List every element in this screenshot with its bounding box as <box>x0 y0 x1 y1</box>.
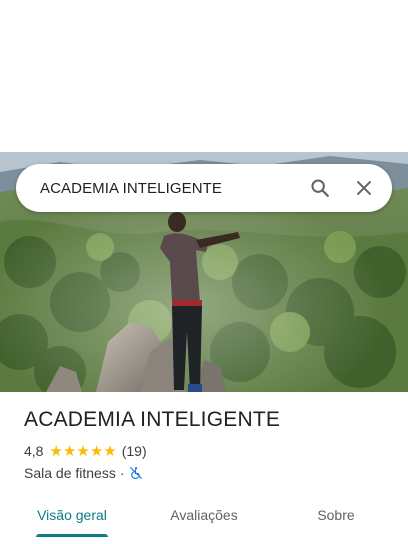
search-button[interactable] <box>298 166 342 210</box>
star-icon: ★ <box>49 442 63 460</box>
search-bar[interactable]: ACADEMIA INTELIGENTE <box>16 164 392 212</box>
category-row: Sala de fitness · <box>24 465 143 481</box>
tab-reviews[interactable]: Avaliações <box>154 493 254 537</box>
rating-value: 4,8 <box>24 443 44 459</box>
tab-about[interactable]: Sobre <box>286 493 386 537</box>
close-button[interactable] <box>342 166 386 210</box>
star-icon: ★ <box>103 442 117 460</box>
tab-bar: Visão geral Avaliações Sobre <box>0 493 408 537</box>
star-icon: ★ <box>62 442 77 460</box>
place-title: ACADEMIA INTELIGENTE <box>24 408 281 431</box>
star-icon: ★ <box>89 442 104 460</box>
search-input[interactable]: ACADEMIA INTELIGENTE <box>40 180 298 197</box>
star-icon: ★ <box>76 442 90 460</box>
rating-stars: ★ ★ ★ ★ ★ <box>49 444 116 459</box>
rating-row[interactable]: 4,8 ★ ★ ★ ★ ★ (19) <box>24 443 147 459</box>
review-count[interactable]: (19) <box>122 443 147 459</box>
search-icon <box>311 179 329 197</box>
active-tab-indicator <box>36 534 108 537</box>
tab-overview[interactable]: Visão geral <box>22 493 122 537</box>
place-category: Sala de fitness <box>24 465 116 481</box>
separator: · <box>119 465 125 481</box>
close-icon <box>357 181 371 195</box>
wheelchair-crossed-icon[interactable] <box>129 466 143 480</box>
